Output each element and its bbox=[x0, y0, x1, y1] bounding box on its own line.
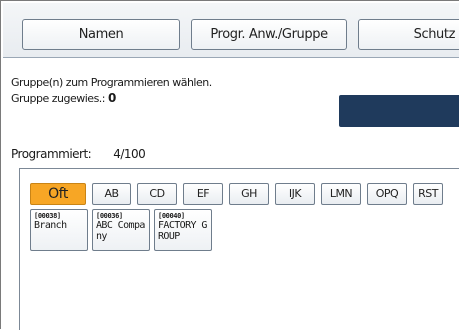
divider bbox=[3, 57, 459, 58]
programmed-label: Programmiert: bbox=[11, 147, 92, 161]
instruction-text: Gruppe(n) zum Programmieren wählen. bbox=[11, 76, 212, 89]
assigned-label: Gruppe zugewies.: bbox=[11, 92, 106, 105]
names-button[interactable]: Namen bbox=[22, 19, 180, 50]
tab-opq[interactable]: OPQ bbox=[367, 183, 407, 205]
entry-name: Branch bbox=[34, 220, 67, 231]
entry-name: FACTORY GROUP bbox=[158, 220, 207, 242]
assigned-count: 0 bbox=[108, 91, 116, 105]
programmed-value: 4/100 bbox=[113, 147, 146, 161]
programmed-line: Programmiert: 4/100 bbox=[11, 147, 146, 161]
assigned-groups-line: Gruppe zugewies.: 0 bbox=[11, 91, 116, 105]
tab-cd[interactable]: CD bbox=[137, 183, 177, 205]
tab-ef[interactable]: EF bbox=[183, 183, 223, 205]
group-selection-display bbox=[339, 95, 459, 127]
group-entry[interactable]: [00036] ABC Company bbox=[92, 209, 150, 251]
entry-code: [00040] bbox=[158, 212, 185, 220]
tab-ijk[interactable]: IJK bbox=[275, 183, 315, 205]
entry-code: [00038] bbox=[34, 212, 61, 220]
group-list-panel: Oft AB CD EF GH IJK LMN OPQ RST [00038] … bbox=[19, 168, 459, 330]
tab-ab[interactable]: AB bbox=[92, 183, 131, 205]
group-entry[interactable]: [00038] Branch bbox=[30, 209, 88, 251]
entry-name: ABC Company bbox=[96, 220, 145, 242]
entry-code: [00036] bbox=[96, 212, 123, 220]
program-group-button[interactable]: Progr. Anw./Gruppe bbox=[191, 19, 347, 50]
window-frame: Namen Progr. Anw./Gruppe Schutz Gruppe(n… bbox=[0, 0, 459, 330]
protection-button[interactable]: Schutz bbox=[358, 19, 459, 50]
tab-lmn[interactable]: LMN bbox=[321, 183, 361, 205]
tab-gh[interactable]: GH bbox=[229, 183, 269, 205]
group-entry[interactable]: [00040] FACTORY GROUP bbox=[154, 209, 212, 251]
tab-rst[interactable]: RST bbox=[413, 183, 443, 205]
tab-frequent[interactable]: Oft bbox=[30, 183, 86, 205]
